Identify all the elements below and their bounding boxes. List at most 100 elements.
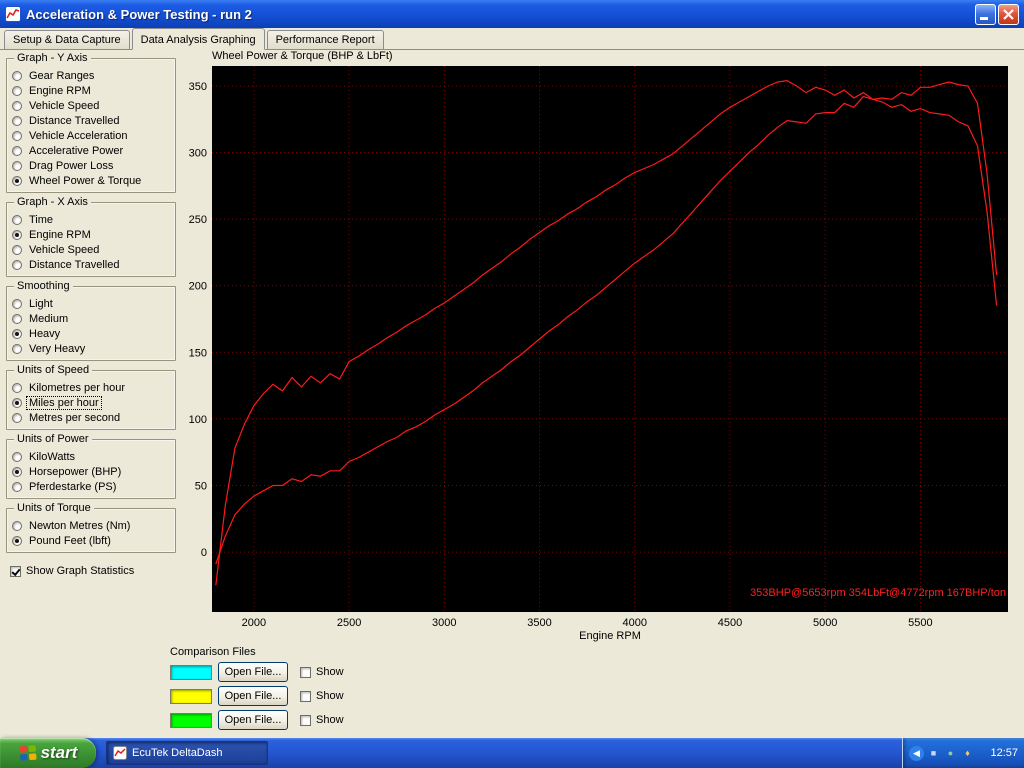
y-tick-label: 200	[189, 281, 207, 293]
antivirus-icon[interactable]: ●	[943, 746, 958, 761]
radio-label: Engine RPM	[29, 84, 91, 97]
radio-label: Drag Power Loss	[29, 159, 114, 172]
comparison-file-row: Open File... Show	[170, 710, 590, 730]
radio-kilometres-per-hour[interactable]: Kilometres per hour	[12, 380, 170, 395]
show-checkbox[interactable]	[300, 714, 311, 726]
color-swatch	[170, 664, 212, 680]
group-graph-y-axis: Graph - Y Axis Gear Ranges Engine RPM Vehic…	[6, 52, 176, 193]
y-tick-label: 350	[189, 81, 207, 93]
radio-distance-travelled[interactable]: Distance Travelled	[12, 113, 170, 128]
radio-newton-metres-nm[interactable]: Newton Metres (Nm)	[12, 518, 170, 533]
radio-icon	[12, 70, 22, 81]
show-checkbox[interactable]	[300, 690, 311, 702]
radio-label: Light	[29, 297, 53, 310]
radio-wheel-power-torque[interactable]: Wheel Power & Torque	[12, 173, 170, 188]
minimize-button[interactable]	[975, 3, 996, 25]
radio-pound-feet-lbft[interactable]: Pound Feet (lbft)	[12, 533, 170, 548]
x-tick-label: 5500	[908, 617, 932, 629]
open-file-button[interactable]: Open File...	[218, 710, 288, 730]
radio-metres-per-second[interactable]: Metres per second	[12, 410, 170, 425]
radio-very-heavy[interactable]: Very Heavy	[12, 341, 170, 356]
tray-clock: 12:57	[990, 747, 1018, 759]
network-status-icon[interactable]: ■	[926, 746, 941, 761]
x-tick-label: 4000	[623, 617, 647, 629]
tab-data-analysis-graphing[interactable]: Data Analysis Graphing	[131, 28, 265, 50]
radio-label: Pound Feet (lbft)	[29, 534, 111, 547]
show-graph-statistics-checkbox[interactable]: Show Graph Statistics	[10, 565, 176, 577]
open-file-button[interactable]: Open File...	[218, 662, 288, 682]
radio-engine-rpm[interactable]: Engine RPM	[12, 227, 170, 242]
group-title: Units of Torque	[14, 502, 94, 514]
group-units-of-power: Units of Power KiloWatts Horsepower (BHP) P…	[6, 433, 176, 499]
x-axis-label: Engine RPM	[579, 630, 641, 642]
radio-icon	[12, 397, 22, 408]
radio-horsepower-bhp[interactable]: Horsepower (BHP)	[12, 464, 170, 479]
radio-icon	[12, 481, 22, 492]
radio-label: Medium	[29, 312, 69, 325]
radio-light[interactable]: Light	[12, 296, 170, 311]
radio-time[interactable]: Time	[12, 212, 170, 227]
window-title: Acceleration & Power Testing - run 2	[26, 6, 252, 22]
x-tick-label: 2500	[337, 617, 361, 629]
x-tick-label: 5000	[813, 617, 837, 629]
radio-icon	[12, 115, 22, 126]
radio-vehicle-speed[interactable]: Vehicle Speed	[12, 242, 170, 257]
taskbar-item-ecutek-deltadash[interactable]: EcuTek DeltaDash	[106, 741, 268, 765]
radio-label: KiloWatts	[29, 450, 76, 463]
tab-setup-data-capture[interactable]: Setup & Data Capture	[4, 30, 130, 49]
radio-label: Miles per hour	[26, 395, 102, 410]
radio-drag-power-loss[interactable]: Drag Power Loss	[12, 158, 170, 173]
start-button[interactable]: start	[0, 738, 96, 768]
comparison-file-row: Open File... Show	[170, 686, 590, 706]
radio-label: Wheel Power & Torque	[29, 174, 142, 187]
close-button[interactable]	[998, 3, 1019, 25]
show-checkbox[interactable]	[300, 666, 311, 678]
plot-background	[212, 66, 1008, 612]
x-tick-label: 4500	[718, 617, 742, 629]
y-tick-label: 50	[195, 481, 207, 493]
radio-miles-per-hour[interactable]: Miles per hour	[12, 395, 170, 410]
radio-medium[interactable]: Medium	[12, 311, 170, 326]
radio-icon	[12, 214, 22, 225]
radio-label: Distance Travelled	[29, 114, 120, 127]
radio-icon	[12, 298, 22, 309]
checkbox-label: Show Graph Statistics	[26, 565, 135, 577]
radio-heavy[interactable]: Heavy	[12, 326, 170, 341]
group-title: Graph - Y Axis	[14, 52, 91, 64]
radio-vehicle-acceleration[interactable]: Vehicle Acceleration	[12, 128, 170, 143]
radio-label: Kilometres per hour	[29, 381, 125, 394]
radio-icon	[12, 520, 22, 531]
hide-icons-chevron-icon[interactable]: ◀	[909, 745, 924, 761]
windows-logo-icon	[19, 745, 37, 761]
show-checkbox-label: Show	[316, 690, 344, 702]
app-icon	[5, 6, 21, 22]
radio-label: Newton Metres (Nm)	[29, 519, 131, 532]
radio-label: Metres per second	[29, 411, 121, 424]
comparison-files-section: Comparison Files Open File... Show Open Fi…	[170, 646, 590, 734]
client-area: Setup & Data Capture Data Analysis Graphi…	[0, 28, 1024, 738]
radio-vehicle-speed[interactable]: Vehicle Speed	[12, 98, 170, 113]
radio-icon	[12, 466, 22, 477]
color-swatch	[170, 688, 212, 704]
checkbox-icon	[10, 565, 21, 577]
start-label: start	[40, 743, 78, 762]
radio-gear-ranges[interactable]: Gear Ranges	[12, 68, 170, 83]
radio-icon	[12, 229, 22, 240]
radio-pferdestarke-ps[interactable]: Pferdestarke (PS)	[12, 479, 170, 494]
radio-engine-rpm[interactable]: Engine RPM	[12, 83, 170, 98]
volume-icon[interactable]: ♦	[960, 746, 975, 761]
radio-accelerative-power[interactable]: Accelerative Power	[12, 143, 170, 158]
radio-distance-travelled[interactable]: Distance Travelled	[12, 257, 170, 272]
radio-icon	[12, 100, 22, 111]
radio-kilowatts[interactable]: KiloWatts	[12, 449, 170, 464]
radio-label: Horsepower (BHP)	[29, 465, 122, 478]
radio-icon	[12, 244, 22, 255]
comparison-file-row: Open File... Show	[170, 662, 590, 682]
chart-title: Wheel Power & Torque (BHP & LbFt)	[212, 50, 393, 62]
radio-label: Very Heavy	[29, 342, 86, 355]
open-file-button[interactable]: Open File...	[218, 686, 288, 706]
group-title: Units of Speed	[14, 364, 93, 376]
color-swatch	[170, 712, 212, 728]
close-icon	[1003, 8, 1014, 20]
radio-label: Distance Travelled	[29, 258, 120, 271]
